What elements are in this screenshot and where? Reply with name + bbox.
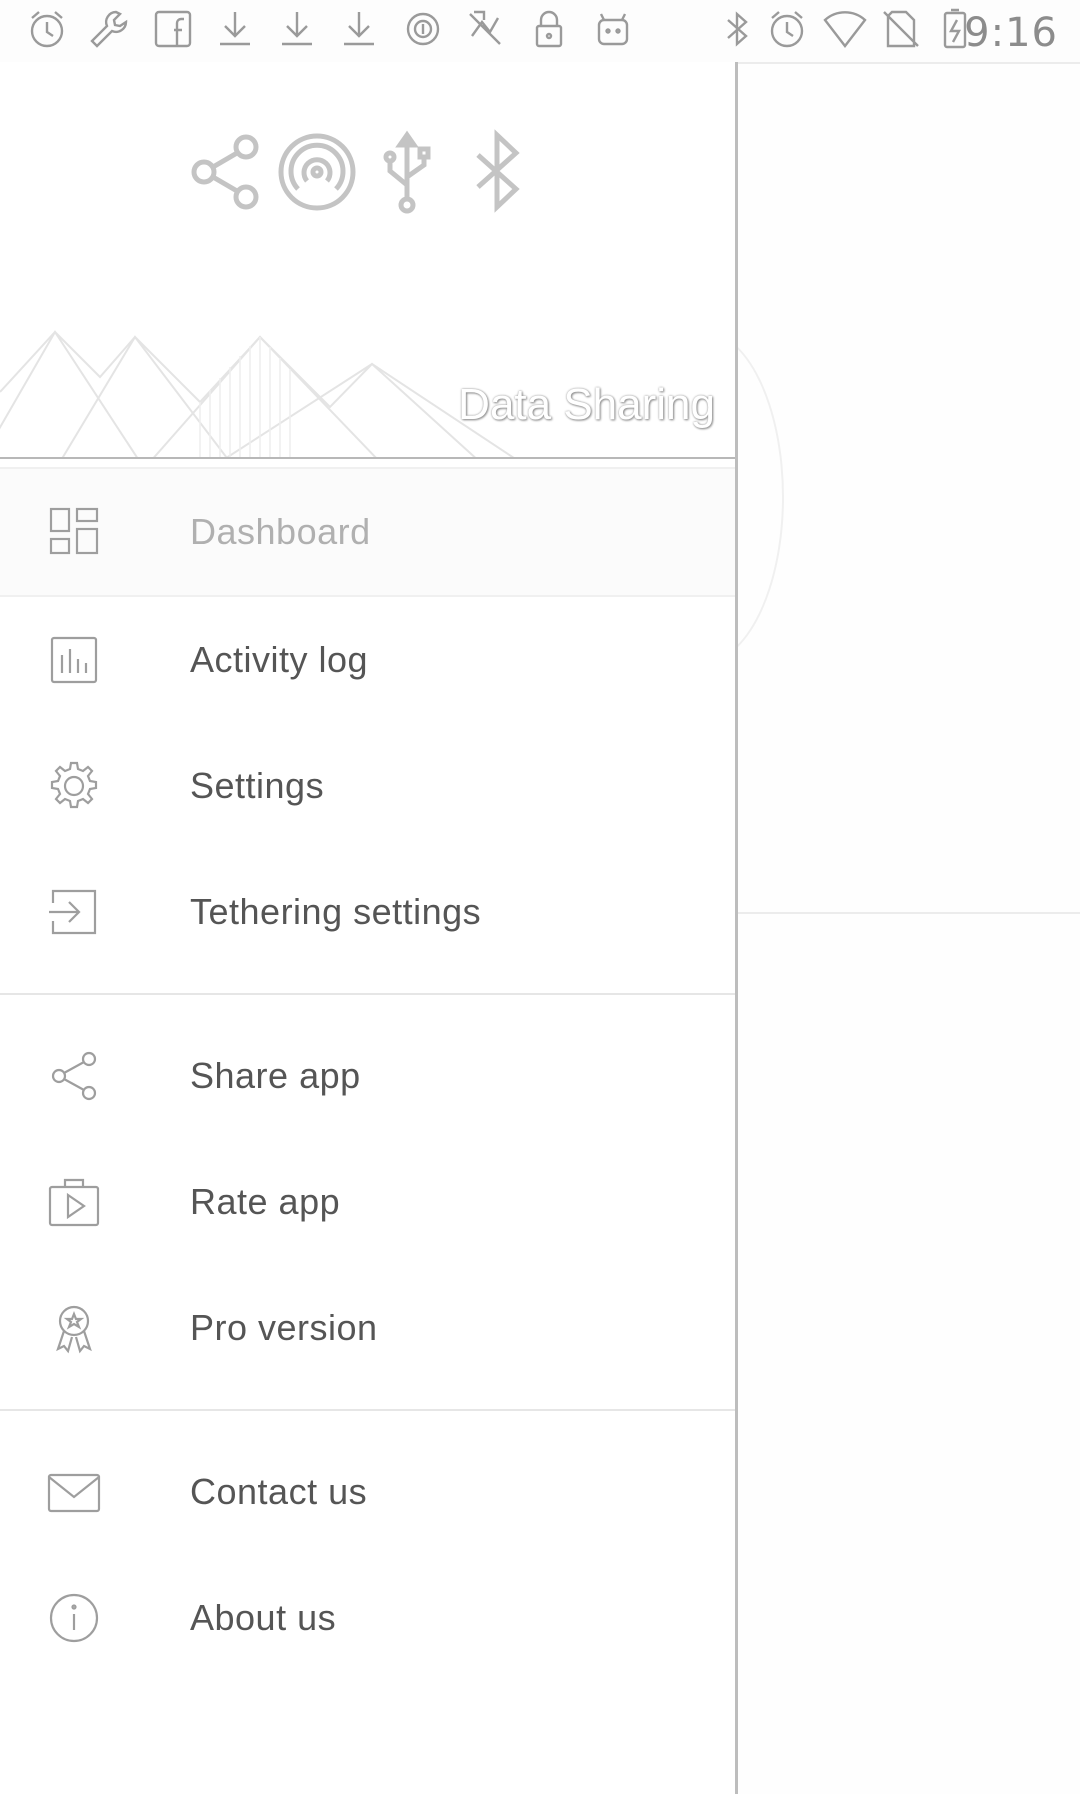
download-icon	[212, 6, 258, 52]
mail-icon	[46, 1464, 102, 1520]
menu-item-label: About us	[190, 1597, 337, 1638]
menu-item-about-us[interactable]: About us	[0, 1555, 735, 1681]
drawer-title: Data Sharing	[458, 380, 715, 429]
share-icon	[46, 1048, 102, 1104]
drawer-header: Data Sharing	[0, 62, 735, 459]
info-icon	[46, 1590, 102, 1646]
wrench-icon	[86, 6, 132, 52]
lock-icon	[526, 6, 572, 52]
usb-icon	[357, 117, 457, 227]
status-time: 9:16	[964, 10, 1058, 56]
wifi-icon	[822, 6, 868, 52]
download-icon	[274, 6, 320, 52]
hotspot-icon	[267, 117, 367, 227]
menu-divider	[0, 993, 735, 995]
menu-item-tethering-settings[interactable]: Tethering settings	[0, 849, 735, 975]
no-sim-icon	[878, 6, 924, 52]
gear-icon	[46, 758, 102, 814]
menu-item-share-app[interactable]: Share app	[0, 1013, 735, 1139]
menu-item-label: Dashboard	[190, 511, 371, 552]
menu-item-dashboard[interactable]: Dashboard	[0, 467, 735, 597]
background-app	[735, 62, 1080, 1794]
status-bar: 9:16	[0, 0, 1080, 64]
drawer-menu: Dashboard Activity log Settings Tetherin…	[0, 467, 735, 1681]
menu-item-activity-log[interactable]: Activity log	[0, 597, 735, 723]
menu-item-label: Share app	[190, 1055, 361, 1096]
menu-item-contact-us[interactable]: Contact us	[0, 1429, 735, 1555]
circle-icon	[400, 6, 446, 52]
download-icon	[336, 6, 382, 52]
mountain-background	[0, 330, 515, 457]
menu-item-label: Tethering settings	[190, 891, 482, 932]
bar-chart-icon	[46, 632, 102, 688]
login-arrow-icon	[46, 884, 102, 940]
facebook-icon	[150, 6, 196, 52]
menu-item-label: Settings	[190, 765, 325, 806]
menu-item-settings[interactable]: Settings	[0, 723, 735, 849]
menu-item-label: Contact us	[190, 1471, 368, 1512]
menu-item-label: Activity log	[190, 639, 369, 680]
navigation-drawer: Data Sharing Dashboard Activity log Sett…	[0, 62, 738, 1794]
menu-divider	[0, 1409, 735, 1411]
menu-item-rate-app[interactable]: Rate app	[0, 1139, 735, 1265]
menu-item-pro-version[interactable]: Pro version	[0, 1265, 735, 1391]
alarm-icon	[764, 6, 810, 52]
play-store-icon	[46, 1174, 102, 1230]
background-separator	[735, 912, 1080, 914]
header-icon-row	[175, 117, 565, 237]
alarm-icon	[24, 6, 70, 52]
android-icon	[590, 6, 636, 52]
menu-item-label: Pro version	[190, 1307, 378, 1348]
share-icon	[175, 117, 275, 227]
bluetooth-icon	[714, 6, 760, 52]
no-signal-icon	[462, 6, 508, 52]
bluetooth-icon	[447, 117, 547, 227]
dashboard-icon	[46, 504, 102, 560]
award-icon	[46, 1300, 102, 1356]
menu-item-label: Rate app	[190, 1181, 341, 1222]
